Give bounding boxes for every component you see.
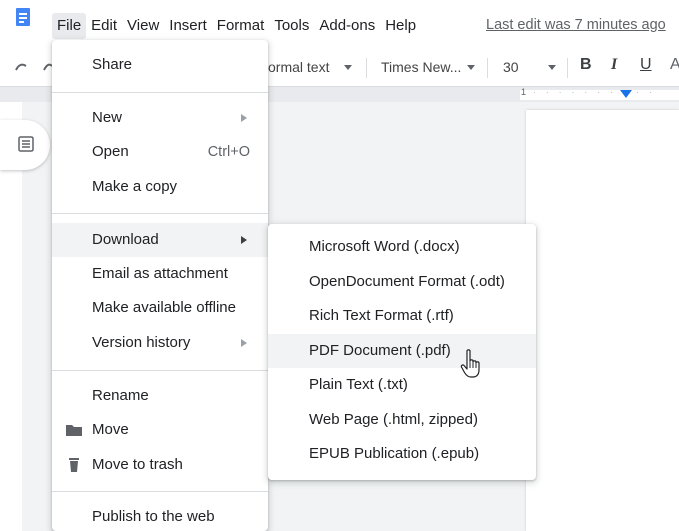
download-rtf[interactable]: Rich Text Format (.rtf) [268, 299, 536, 333]
menu-item-label: Publish to the web [92, 508, 215, 525]
ruler-ticks: · · · · · · · · · · [533, 88, 656, 97]
menu-items: File Edit View Insert Format Tools Add-o… [52, 13, 421, 39]
menu-edit[interactable]: Edit [86, 13, 122, 39]
trash-icon [69, 458, 79, 472]
menu-item-label: Microsoft Word (.docx) [309, 238, 460, 255]
menu-item-download[interactable]: Download [52, 223, 268, 257]
menu-item-label: Make a copy [92, 178, 178, 195]
menu-item-label: PDF Document (.pdf) [309, 342, 451, 359]
hand-pointer-icon [460, 349, 480, 378]
chevron-right-icon [241, 236, 247, 244]
menu-tools[interactable]: Tools [269, 13, 314, 39]
menu-item-label: EPUB Publication (.epub) [309, 445, 480, 462]
undo-redo-icon[interactable] [12, 60, 52, 74]
menu-divider [52, 213, 268, 214]
outline-toggle[interactable] [0, 120, 50, 170]
underline-button[interactable]: U [640, 56, 652, 74]
menu-item-email[interactable]: Email as attachment [52, 257, 268, 291]
folder-icon [66, 425, 82, 436]
indent-marker[interactable] [620, 90, 632, 98]
menu-item-label: Download [92, 231, 159, 248]
menu-view[interactable]: View [122, 13, 164, 39]
document-page[interactable] [526, 110, 679, 531]
menu-divider [52, 491, 268, 492]
menu-format[interactable]: Format [212, 13, 270, 39]
download-html[interactable]: Web Page (.html, zipped) [268, 403, 536, 437]
download-epub[interactable]: EPUB Publication (.epub) [268, 437, 536, 471]
menu-item-label: Share [92, 56, 133, 73]
toolbar-divider [366, 58, 367, 78]
menu-insert[interactable]: Insert [164, 13, 212, 39]
file-menu: Share New Open Ctrl+O Make a copy Downlo… [52, 40, 268, 531]
menu-item-label: Plain Text (.txt) [309, 376, 408, 393]
toolbar-divider [487, 58, 488, 78]
menu-item-move[interactable]: Move [52, 413, 268, 447]
menu-item-rename[interactable]: Rename [52, 379, 268, 413]
menu-item-label: Move to trash [92, 456, 183, 473]
menu-addons[interactable]: Add-ons [314, 13, 380, 39]
menu-item-version-history[interactable]: Version history [52, 326, 268, 360]
ruler-number: 1 [521, 87, 527, 97]
last-edit-link[interactable]: Last edit was 7 minutes ago [486, 17, 666, 33]
download-submenu: Microsoft Word (.docx) OpenDocument Form… [268, 224, 536, 480]
menu-item-offline[interactable]: Make available offline [52, 291, 268, 325]
chevron-right-icon [241, 339, 247, 347]
chevron-down-icon [548, 65, 556, 70]
bold-button[interactable]: B [580, 56, 592, 74]
outline-icon [18, 136, 34, 152]
text-color-button[interactable]: A [670, 56, 679, 74]
menu-item-new[interactable]: New [52, 101, 268, 135]
paragraph-style-select[interactable]: ormal text [268, 48, 329, 86]
menu-help[interactable]: Help [380, 13, 421, 39]
menu-item-label: Web Page (.html, zipped) [309, 411, 478, 428]
download-docx[interactable]: Microsoft Word (.docx) [268, 230, 536, 264]
chevron-right-icon [241, 114, 247, 122]
menu-item-label: Rename [92, 387, 149, 404]
menu-item-make-copy[interactable]: Make a copy [52, 170, 268, 204]
toolbar-divider [567, 58, 568, 78]
download-txt[interactable]: Plain Text (.txt) [268, 368, 536, 402]
menu-item-label: Email as attachment [92, 265, 228, 282]
menu-divider [52, 370, 268, 371]
menu-item-label: Open [92, 143, 129, 160]
menu-file[interactable]: File [52, 13, 87, 39]
chevron-down-icon [344, 65, 352, 70]
download-odt[interactable]: OpenDocument Format (.odt) [268, 265, 536, 299]
menu-item-label: Move [92, 421, 129, 438]
google-docs-icon[interactable] [16, 8, 30, 26]
menu-item-publish[interactable]: Publish to the web [52, 500, 268, 531]
menu-item-label: Rich Text Format (.rtf) [309, 307, 454, 324]
chevron-down-icon [467, 65, 475, 70]
menu-item-label: Version history [92, 334, 191, 351]
font-select[interactable]: Times New... [381, 48, 461, 86]
font-size-select[interactable]: 30 [503, 48, 519, 86]
menu-item-trash[interactable]: Move to trash [52, 448, 268, 482]
menu-item-label: New [92, 109, 123, 126]
menu-item-label: OpenDocument Format (.odt) [309, 273, 505, 290]
menu-item-label: Make available offline [92, 299, 236, 316]
menu-divider [52, 92, 268, 93]
italic-button[interactable]: I [611, 56, 617, 74]
menu-item-share[interactable]: Share [52, 48, 268, 82]
download-pdf[interactable]: PDF Document (.pdf) [268, 334, 536, 368]
menu-item-open[interactable]: Open Ctrl+O [52, 135, 268, 169]
shortcut-label: Ctrl+O [207, 144, 250, 160]
